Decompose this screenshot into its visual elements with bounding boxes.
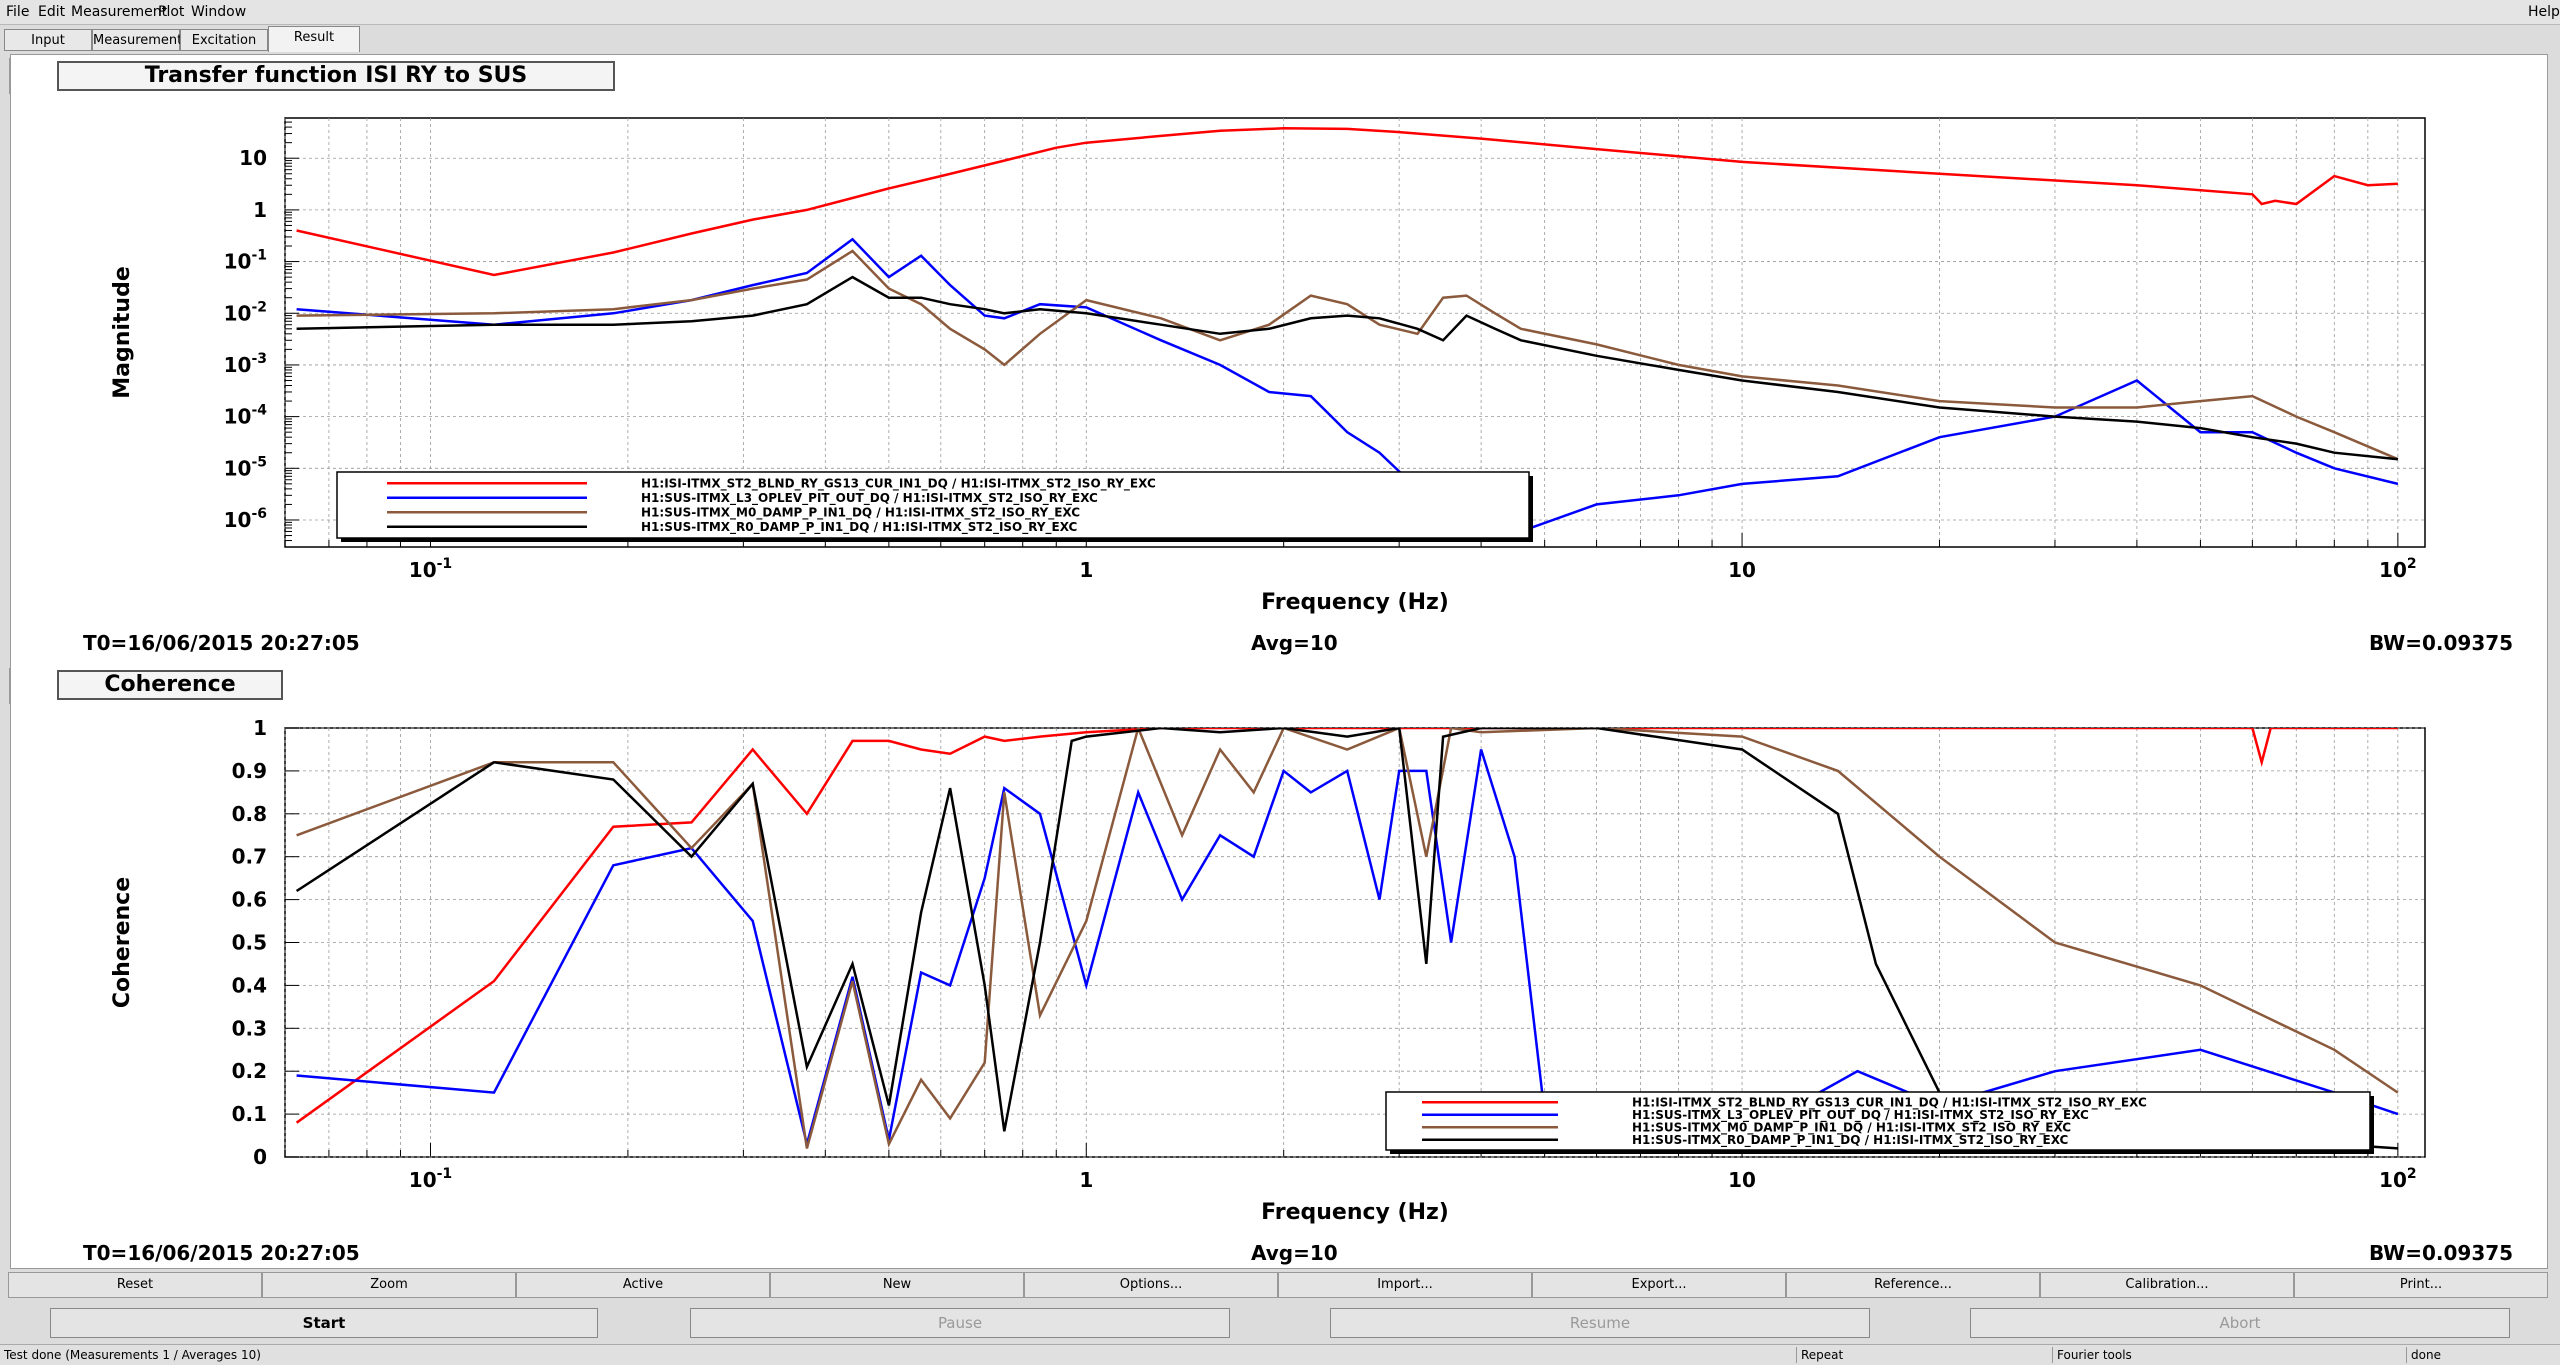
y-tick-label: 1 [253, 198, 267, 222]
new-button[interactable]: New [770, 1272, 1024, 1298]
tab-input[interactable]: Input [4, 29, 92, 51]
x-tick-label: 10 [1728, 558, 1756, 582]
tab-result[interactable]: Result [268, 26, 360, 52]
menu-measurement[interactable]: Measurement [71, 4, 167, 20]
status-state: done [2406, 1347, 2441, 1363]
export-button[interactable]: Export... [1532, 1272, 1786, 1298]
tab-excitation[interactable]: Excitation [180, 29, 268, 51]
reference-button[interactable]: Reference... [1786, 1272, 2040, 1298]
y-tick-label: 10-1 [224, 248, 267, 274]
status-repeat: Repeat [1796, 1347, 1843, 1363]
y-tick-label: 0 [253, 1145, 267, 1169]
tab-measurement[interactable]: Measurement [92, 29, 182, 51]
menu-window[interactable]: Window [191, 4, 246, 20]
y-tick-label: 10-6 [224, 506, 267, 532]
legend-entry: H1:SUS-ITMX_R0_DAMP_P_IN1_DQ / H1:ISI-IT… [1632, 1133, 2069, 1148]
menu-file[interactable]: File [6, 4, 29, 20]
tab-bar: Input Measurement Excitation Result [0, 26, 2560, 54]
y-tick-label: 10 [239, 146, 267, 170]
status-bar: Test done (Measurements 1 / Averages 10)… [0, 1344, 2560, 1365]
menu-plot[interactable]: Plot [158, 4, 184, 20]
coherence-chart[interactable]: 10-1 1 10 102 0 0.1 0.2 0.3 0.4 0.5 0.6 0.7 0.8 0.9 1 F… [11, 665, 2547, 1269]
resume-button[interactable]: Resume [1330, 1308, 1870, 1338]
zoom-button[interactable]: Zoom [262, 1272, 516, 1298]
x-axis-label: Frequency (Hz) [1261, 590, 1449, 615]
bw-label-2: BW=0.09375 [2369, 1241, 2514, 1265]
menu-bar: File Edit Measurement Plot Window Help [0, 0, 2560, 25]
abort-button[interactable]: Abort [1970, 1308, 2510, 1338]
t0-label-1: T0=16/06/2015 20:27:05 [83, 631, 360, 655]
legend-entry: H1:ISI-ITMX_ST2_BLND_RY_GS13_CUR_IN1_DQ … [641, 476, 1156, 491]
y-tick-label: 10-2 [224, 299, 267, 325]
options-button[interactable]: Options... [1024, 1272, 1278, 1298]
transfer-function-chart[interactable]: 10-1 1 10 102 10-6 10-5 10-4 10-3 10-2 10-1 1 10 Fre… [11, 55, 2547, 659]
x-tick-label: 10-1 [409, 1166, 452, 1192]
print-button[interactable]: Print... [2294, 1272, 2548, 1298]
import-button[interactable]: Import... [1278, 1272, 1532, 1298]
y-tick-label: 0.5 [232, 931, 267, 955]
avg-label-2: Avg=10 [1251, 1241, 1338, 1265]
plot-toolbar: Reset Zoom Active New Options... Import.… [0, 1272, 2560, 1300]
reset-button[interactable]: Reset [8, 1272, 262, 1298]
y-tick-label: 0.9 [232, 759, 267, 783]
menu-help[interactable]: Help [2528, 4, 2560, 20]
y-tick-label: 10-5 [224, 454, 267, 480]
t0-label-2: T0=16/06/2015 20:27:05 [83, 1241, 360, 1265]
y-tick-label: 0.4 [232, 973, 267, 997]
legend-entry: H1:SUS-ITMX_R0_DAMP_P_IN1_DQ / H1:ISI-IT… [641, 520, 1078, 535]
y-tick-label: 10-4 [224, 403, 268, 429]
y-tick-label: 10-3 [224, 351, 267, 377]
result-panel: Transfer function ISI RY to SUS Coherenc… [10, 54, 2548, 1269]
y-axis-label: Magnitude [110, 266, 135, 399]
status-message: Test done (Measurements 1 / Averages 10) [4, 1348, 261, 1362]
pause-button[interactable]: Pause [690, 1308, 1230, 1338]
x-tick-label: 1 [1079, 1168, 1093, 1192]
x-tick-label: 102 [2379, 556, 2417, 582]
legend-entry: H1:SUS-ITMX_M0_DAMP_P_IN1_DQ / H1:ISI-IT… [641, 505, 1080, 520]
y-tick-label: 0.2 [232, 1059, 267, 1083]
y-tick-label: 0.3 [232, 1016, 267, 1040]
y-tick-label: 0.6 [232, 888, 267, 912]
avg-label-1: Avg=10 [1251, 631, 1338, 655]
status-fourier: Fourier tools [2052, 1347, 2132, 1363]
y-tick-label: 0.8 [232, 802, 267, 826]
y-axis-label: Coherence [110, 877, 135, 1008]
x-tick-label: 10-1 [409, 556, 452, 582]
y-tick-label: 0.1 [232, 1102, 267, 1126]
y-tick-label: 1 [253, 716, 267, 740]
legend-entry: H1:SUS-ITMX_L3_OPLEV_PIT_OUT_DQ / H1:ISI… [641, 491, 1098, 506]
x-tick-label: 1 [1079, 558, 1093, 582]
menu-edit[interactable]: Edit [38, 4, 65, 20]
calibration-button[interactable]: Calibration... [2040, 1272, 2294, 1298]
measurement-controls: Start Pause Resume Abort [0, 1308, 2560, 1342]
x-tick-label: 10 [1728, 1168, 1756, 1192]
x-axis-label: Frequency (Hz) [1261, 1200, 1449, 1225]
y-tick-label: 0.7 [232, 845, 267, 869]
start-button[interactable]: Start [50, 1308, 598, 1338]
bw-label-1: BW=0.09375 [2369, 631, 2514, 655]
active-button[interactable]: Active [516, 1272, 770, 1298]
x-tick-label: 102 [2379, 1166, 2417, 1192]
